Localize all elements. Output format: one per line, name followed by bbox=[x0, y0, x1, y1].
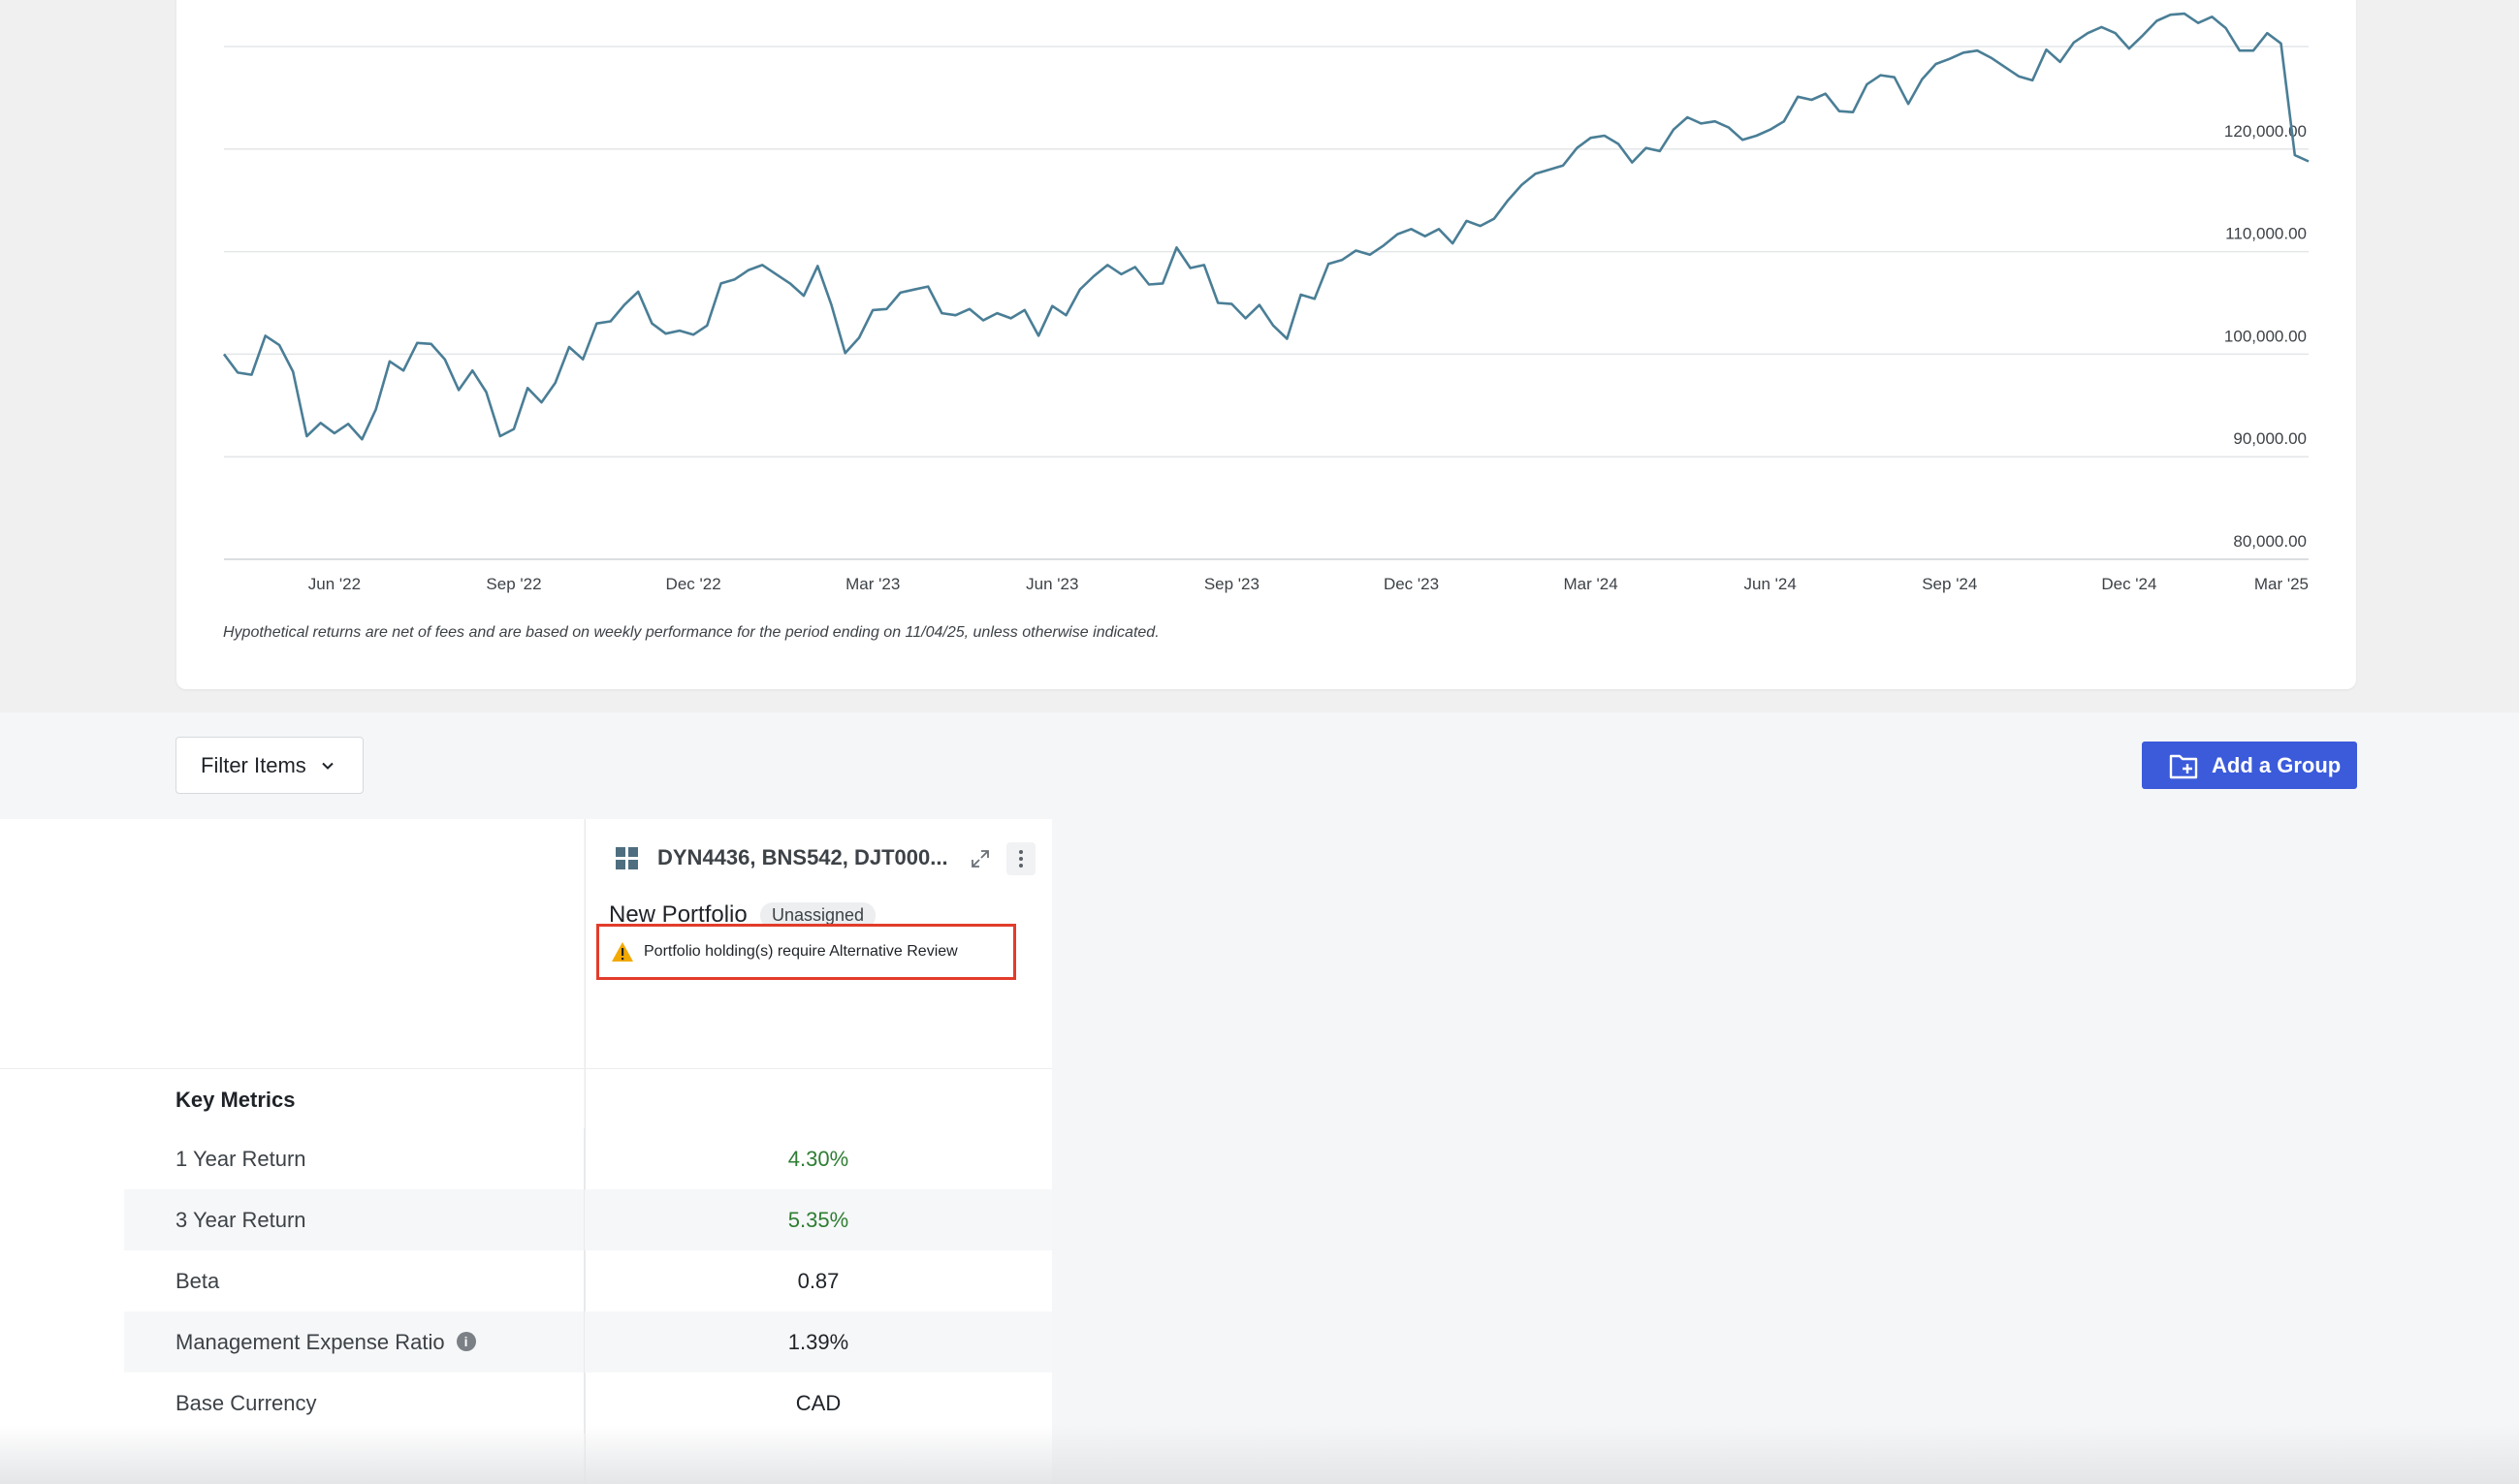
x-tick-label: Dec '22 bbox=[666, 575, 721, 593]
metric-row-3-year-return: 3 Year Return 5.35% bbox=[124, 1189, 1052, 1250]
x-tick-label: Sep '23 bbox=[1204, 575, 1260, 593]
metric-label: 1 Year Return bbox=[175, 1147, 306, 1171]
metric-label: 3 Year Return bbox=[175, 1208, 306, 1232]
filter-items-button[interactable]: Filter Items bbox=[175, 737, 364, 794]
metric-value: 5.35% bbox=[787, 1208, 849, 1232]
y-tick-label: 80,000.00 bbox=[2233, 532, 2307, 551]
x-tick-label: Dec '24 bbox=[2101, 575, 2156, 593]
chevron-down-icon bbox=[322, 762, 334, 770]
x-tick-label: Jun '22 bbox=[308, 575, 361, 593]
x-tick-label: Sep '24 bbox=[1922, 575, 1977, 593]
metric-label-text: Management Expense Ratio bbox=[175, 1330, 445, 1354]
portfolio-column-title[interactable]: DYN4436, BNS542, DJT000... bbox=[657, 845, 948, 870]
key-metrics-heading: Key Metrics bbox=[175, 1088, 296, 1112]
metric-value: 4.30% bbox=[787, 1147, 849, 1171]
metric-label: Beta bbox=[175, 1269, 220, 1293]
bottom-scroll-fade bbox=[0, 1425, 2519, 1484]
x-tick-label: Mar '24 bbox=[1564, 575, 1618, 593]
grid-icon bbox=[616, 847, 638, 869]
metric-value: 1.39% bbox=[787, 1330, 849, 1354]
warning-icon bbox=[612, 942, 633, 962]
performance-line-chart: 80,000.00 90,000.00 100,000.00 110,000.00 12… bbox=[222, 12, 2310, 593]
alternative-review-alert: Portfolio holding(s) require Alternative… bbox=[596, 924, 1016, 980]
expand-icon[interactable] bbox=[971, 849, 990, 868]
y-tick-label: 110,000.00 bbox=[2225, 225, 2307, 243]
series-line bbox=[222, 12, 2310, 441]
metric-row-1-year-return: 1 Year Return 4.30% bbox=[124, 1128, 1052, 1189]
filter-items-label: Filter Items bbox=[201, 752, 306, 777]
chart-disclaimer: Hypothetical returns are net of fees and… bbox=[223, 624, 1160, 641]
kebab-icon bbox=[1019, 849, 1023, 869]
metric-label: Management Expense Ratio i bbox=[175, 1311, 476, 1373]
add-group-label: Add a Group bbox=[2212, 752, 2342, 777]
x-tick-label: Mar '23 bbox=[845, 575, 900, 593]
more-options-button[interactable] bbox=[1006, 842, 1036, 875]
x-tick-label: Dec '23 bbox=[1384, 575, 1439, 593]
alert-text: Portfolio holding(s) require Alternative… bbox=[644, 943, 958, 960]
y-tick-label: 90,000.00 bbox=[2233, 429, 2307, 448]
metric-row-beta: Beta 0.87 bbox=[124, 1250, 1052, 1311]
y-tick-label: 100,000.00 bbox=[2224, 327, 2307, 345]
x-tick-label: Jun '24 bbox=[1744, 575, 1797, 593]
header-divider bbox=[0, 1068, 1052, 1069]
metric-row-management-expense-ratio: Management Expense Ratio i 1.39% bbox=[124, 1311, 1052, 1373]
info-icon[interactable]: i bbox=[456, 1332, 476, 1352]
x-tick-label: Mar '25 bbox=[2254, 575, 2309, 593]
x-tick-label: Sep '22 bbox=[486, 575, 541, 593]
add-group-button[interactable]: Add a Group bbox=[2142, 742, 2357, 789]
x-tick-label: Jun '23 bbox=[1026, 575, 1078, 593]
metric-value: 0.87 bbox=[797, 1269, 840, 1293]
add-folder-icon bbox=[2169, 754, 2198, 778]
y-tick-label: 120,000.00 bbox=[2224, 122, 2307, 141]
